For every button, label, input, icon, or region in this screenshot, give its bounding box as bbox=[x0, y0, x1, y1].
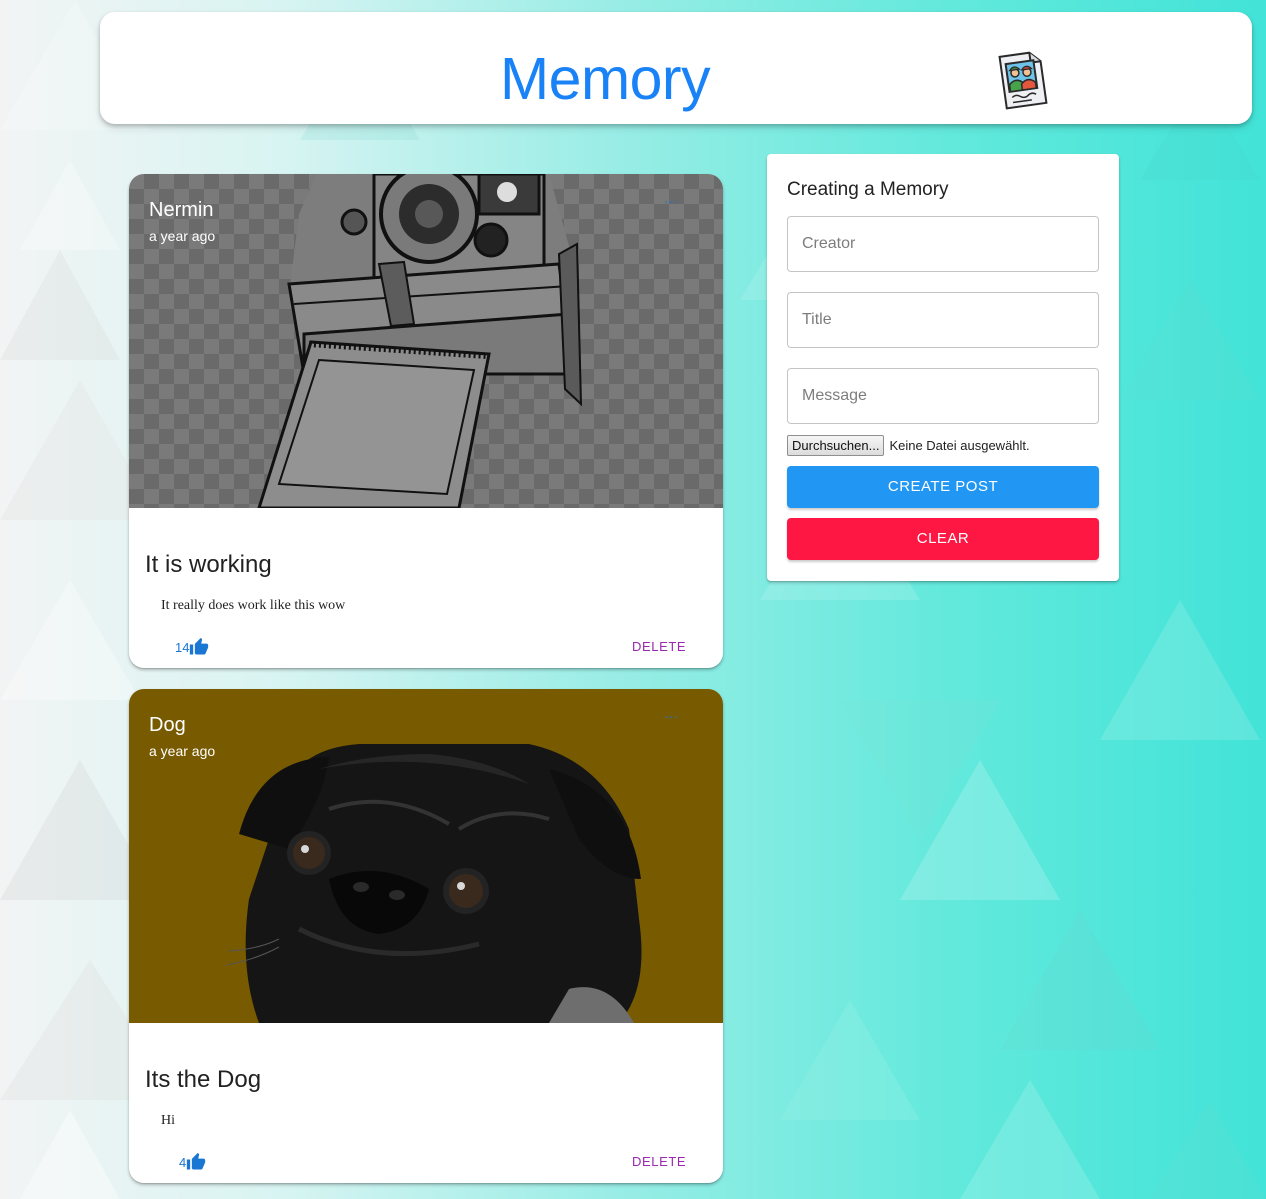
thumb-up-icon bbox=[187, 1152, 206, 1170]
post-title: It is working bbox=[145, 551, 272, 578]
app-title: Memory bbox=[500, 46, 711, 112]
post-creator: Dog bbox=[149, 714, 186, 736]
post-message: Hi bbox=[161, 1113, 175, 1128]
form-heading: Creating a Memory bbox=[787, 179, 949, 200]
message-field[interactable] bbox=[787, 368, 1099, 424]
post-creator: Nermin bbox=[149, 199, 214, 221]
like-button[interactable]: 4 bbox=[179, 1151, 206, 1173]
photo-memory-icon bbox=[998, 51, 1048, 110]
thumb-up-icon bbox=[190, 637, 209, 655]
like-count: 14 bbox=[175, 639, 190, 655]
app-bar: Memory bbox=[100, 12, 1252, 124]
browse-file-button[interactable]: Durchsuchen... bbox=[787, 434, 885, 456]
card-image-pug bbox=[129, 689, 723, 1023]
card-image-polaroid bbox=[129, 174, 723, 508]
delete-button[interactable]: DELETE bbox=[632, 636, 686, 658]
post-timestamp: a year ago bbox=[149, 228, 216, 244]
creator-field[interactable] bbox=[787, 216, 1099, 272]
file-upload: Durchsuchen... Keine Datei ausgewählt. bbox=[787, 434, 1030, 456]
like-button[interactable]: 14 bbox=[175, 636, 209, 658]
create-post-button[interactable]: CREATE POST bbox=[787, 466, 1099, 508]
creator-input[interactable] bbox=[788, 217, 1098, 271]
create-memory-form: Creating a Memory Durchsuchen... Keine D… bbox=[767, 154, 1119, 581]
file-status-text: Keine Datei ausgewählt. bbox=[889, 437, 1030, 453]
post-message: It really does work like this wow bbox=[161, 598, 346, 613]
message-input[interactable] bbox=[788, 369, 1098, 423]
delete-button[interactable]: DELETE bbox=[632, 1151, 686, 1173]
post-timestamp: a year ago bbox=[149, 743, 216, 759]
clear-button[interactable]: CLEAR bbox=[787, 518, 1099, 560]
more-options-button[interactable]: ··· bbox=[663, 709, 679, 727]
like-count: 4 bbox=[179, 1154, 187, 1170]
post-title: Its the Dog bbox=[145, 1066, 262, 1093]
memory-card: Nermin a year ago ··· It is working It r… bbox=[129, 174, 723, 668]
title-field[interactable] bbox=[787, 292, 1099, 348]
memory-card: Dog a year ago ··· Its the Dog Hi 4 DELE… bbox=[129, 689, 723, 1183]
more-options-button[interactable]: ··· bbox=[663, 194, 679, 212]
title-input[interactable] bbox=[788, 293, 1098, 347]
